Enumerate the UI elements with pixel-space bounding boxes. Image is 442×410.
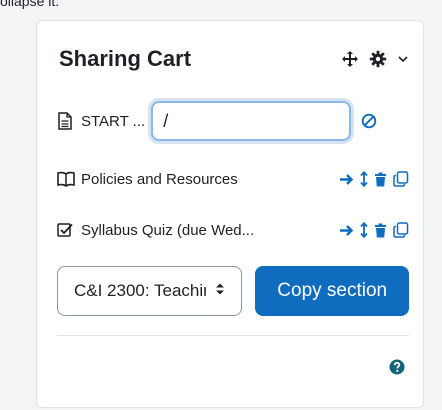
item-label: Policies and Resources <box>81 170 238 188</box>
page-icon <box>57 112 79 130</box>
course-select-value: C&I 2300: Teaching <box>74 281 206 300</box>
select-arrows-icon <box>215 281 225 301</box>
arrow-right-icon[interactable] <box>339 172 354 187</box>
rename-input[interactable] <box>151 101 352 141</box>
chevron-down-icon[interactable] <box>397 53 409 65</box>
copy-section-button[interactable]: Copy section <box>255 266 409 316</box>
arrow-right-icon[interactable] <box>339 223 354 238</box>
item-actions <box>339 222 409 238</box>
course-select[interactable]: C&I 2300: Teaching <box>57 266 243 316</box>
gear-icon[interactable] <box>369 50 387 68</box>
quiz-checkbox-icon <box>57 222 79 238</box>
divider <box>57 335 409 336</box>
move-icon[interactable] <box>341 50 359 68</box>
item-actions <box>339 171 409 187</box>
item-label: Syllabus Quiz (due Wed... <box>81 221 255 239</box>
sharing-cart-block: Sharing Cart START ... / Policies and Re… <box>36 20 424 408</box>
block-header: Sharing Cart <box>59 43 409 75</box>
list-item: START ... <box>57 99 409 143</box>
item-label: START ... <box>81 112 146 130</box>
move-vertical-icon[interactable] <box>360 222 368 238</box>
trash-icon[interactable] <box>374 172 387 187</box>
move-vertical-icon[interactable] <box>360 171 368 187</box>
trash-icon[interactable] <box>374 223 387 238</box>
copy-controls: C&I 2300: Teaching Copy section <box>57 266 409 316</box>
cancel-icon[interactable] <box>361 113 377 129</box>
block-controls <box>341 50 409 68</box>
copy-icon[interactable] <box>393 222 409 238</box>
list-item: Policies and Resources <box>57 166 409 192</box>
page-text-snippet: ollapse it. <box>0 0 60 9</box>
help-icon[interactable] <box>389 359 405 375</box>
block-title: Sharing Cart <box>59 46 192 71</box>
copy-icon[interactable] <box>393 171 409 187</box>
list-item: Syllabus Quiz (due Wed... <box>57 217 409 243</box>
book-icon <box>57 171 79 187</box>
